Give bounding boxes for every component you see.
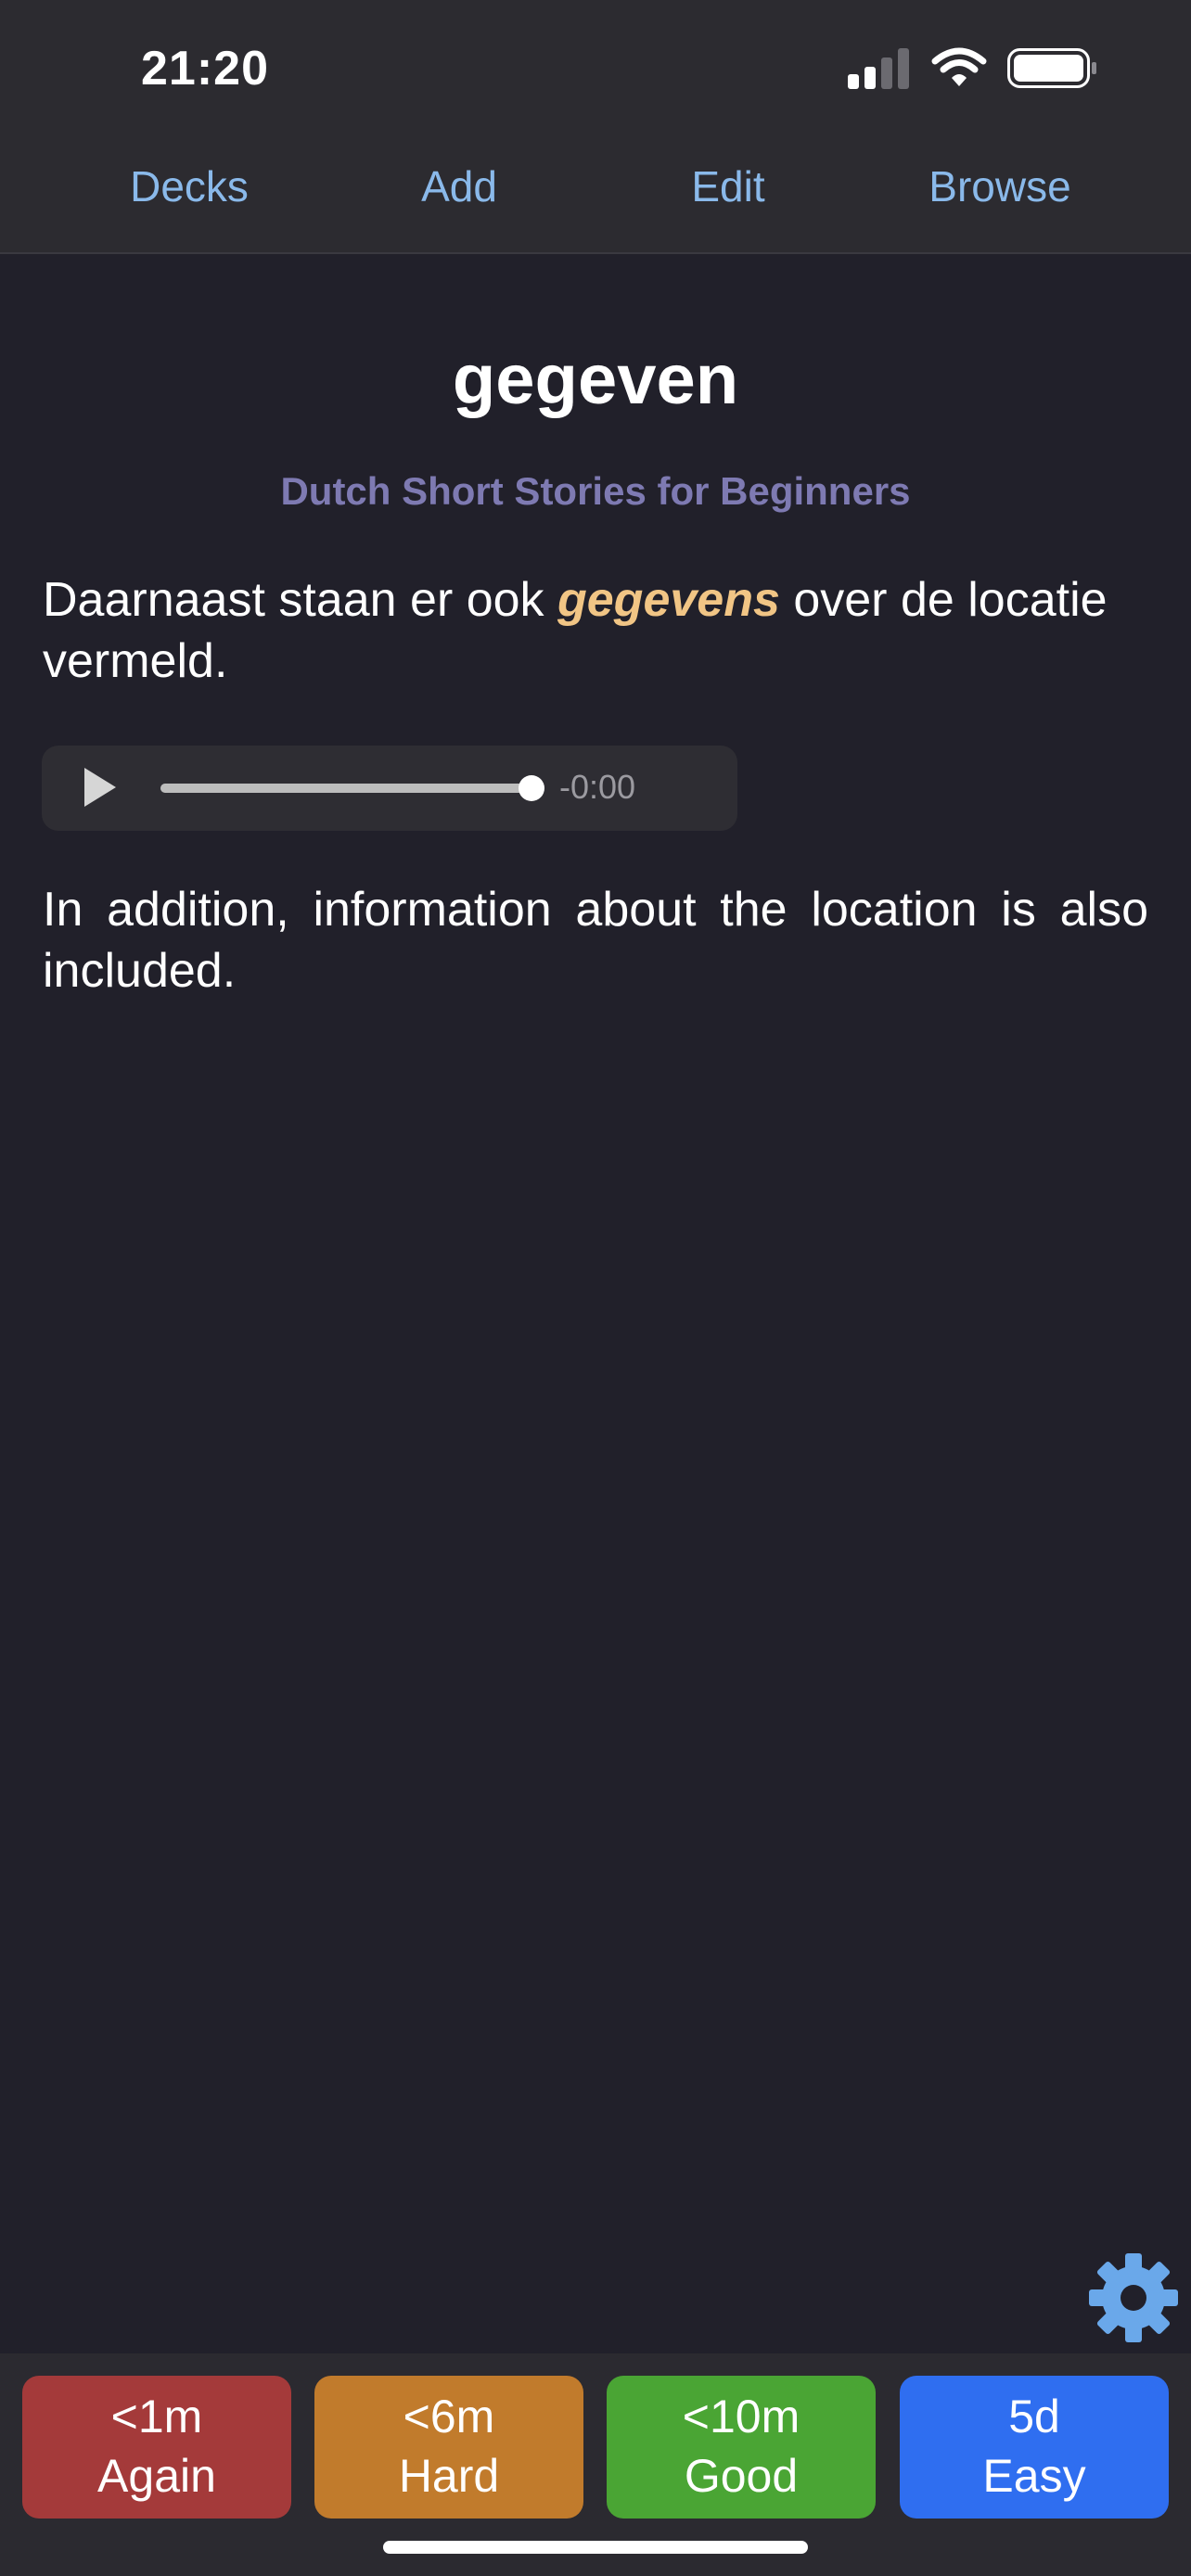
again-label: Again [97, 2450, 216, 2502]
play-icon[interactable] [84, 768, 116, 807]
audio-scrubber-thumb[interactable] [519, 775, 544, 801]
signal-icon [848, 48, 909, 89]
again-button[interactable]: <1m Again [22, 2376, 291, 2519]
translation: In addition, information about the locat… [43, 883, 1148, 998]
good-interval: <10m [682, 2391, 800, 2442]
hard-button[interactable]: <6m Hard [314, 2376, 583, 2519]
audio-player: -0:00 [42, 746, 737, 831]
deck-name: Dutch Short Stories for Beginners [280, 469, 911, 513]
easy-button[interactable]: 5d Easy [900, 2376, 1169, 2519]
gear-icon[interactable] [1087, 2251, 1180, 2344]
screen: 21:20 Decks Add Edit Browse gegeven Dutc… [0, 0, 1191, 2576]
highlighted-word: gegevens [557, 573, 780, 627]
good-label: Good [684, 2450, 799, 2502]
status-icons [848, 47, 1096, 89]
easy-interval: 5d [1008, 2391, 1060, 2442]
audio-progress-track[interactable] [160, 775, 544, 801]
nav-decks[interactable]: Decks [130, 161, 249, 211]
good-button[interactable]: <10m Good [607, 2376, 876, 2519]
battery-icon [1007, 48, 1096, 88]
nav-browse[interactable]: Browse [928, 161, 1070, 211]
audio-time-remaining: -0:00 [559, 768, 636, 806]
nav-edit[interactable]: Edit [691, 161, 764, 211]
nav-add[interactable]: Add [421, 161, 497, 211]
example-sentence: Daarnaast staan er ook gegevens over de … [43, 569, 1148, 692]
status-time: 21:20 [141, 42, 269, 96]
top-bar: 21:20 Decks Add Edit Browse [0, 0, 1191, 254]
card-title: gegeven [452, 340, 739, 419]
hard-label: Hard [398, 2450, 500, 2502]
home-indicator [383, 2541, 808, 2554]
again-interval: <1m [110, 2391, 203, 2442]
audio-progress-fill [160, 784, 531, 793]
hard-interval: <6m [403, 2391, 495, 2442]
sentence-before: Daarnaast staan er ook [43, 573, 557, 627]
wifi-icon [931, 47, 987, 86]
easy-label: Easy [982, 2450, 1086, 2502]
